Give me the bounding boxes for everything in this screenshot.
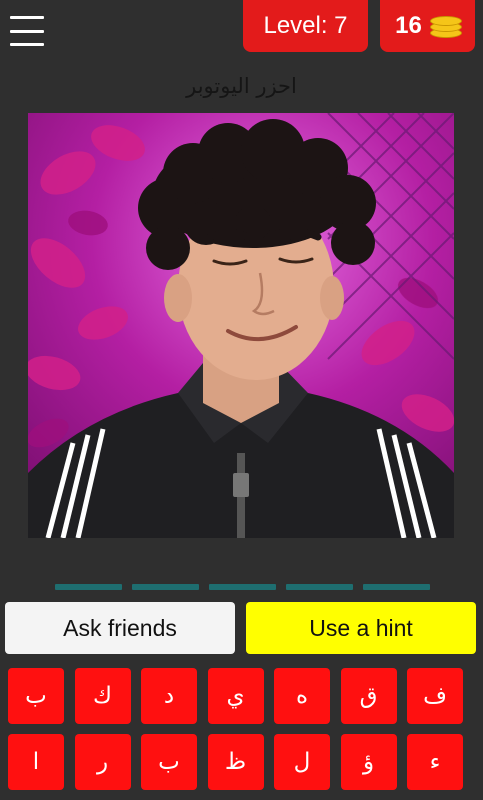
use-hint-label: Use a hint (309, 614, 413, 641)
answer-slot[interactable] (55, 584, 122, 590)
letter-key[interactable]: ف (407, 668, 463, 724)
letter-key[interactable]: ب (8, 668, 64, 724)
level-label: Level: 7 (263, 12, 348, 39)
answer-slots (55, 584, 430, 590)
answer-slot[interactable] (209, 584, 276, 590)
use-hint-button[interactable]: Use a hint (246, 602, 476, 654)
letter-key[interactable]: د (141, 668, 197, 724)
letter-key[interactable]: ب (141, 734, 197, 790)
letter-key[interactable]: ك (74, 668, 131, 724)
menu-button[interactable] (10, 16, 44, 46)
coin-badge[interactable]: 16 (380, 0, 475, 52)
letter-key[interactable]: ر (74, 734, 131, 790)
letter-key[interactable]: ل (274, 734, 330, 790)
answer-slot[interactable] (286, 584, 353, 590)
letter-key[interactable]: ه (274, 668, 330, 724)
letter-key[interactable]: ظ (207, 734, 264, 790)
ask-friends-label: Ask friends (63, 614, 177, 641)
letter-key[interactable]: ؤ (340, 734, 397, 790)
letter-key[interactable]: ا (8, 734, 64, 790)
answer-slot[interactable] (363, 584, 430, 590)
letter-key[interactable]: ء (407, 734, 463, 790)
hamburger-menu-icon (10, 16, 44, 19)
letter-key[interactable]: ي (207, 668, 264, 724)
letter-keyboard: ب ك د ي ه ق ف ا ر ب ظ ل ؤ ء (8, 668, 463, 790)
puzzle-image (28, 113, 454, 538)
letter-key[interactable]: ق (340, 668, 397, 724)
question-prompt: احزر اليوتوبر (186, 74, 297, 98)
ask-friends-button[interactable]: Ask friends (5, 602, 235, 654)
level-badge: Level: 7 (243, 0, 368, 52)
coin-count: 16 (395, 12, 422, 39)
coin-stack-icon (429, 14, 462, 38)
answer-slot[interactable] (132, 584, 199, 590)
